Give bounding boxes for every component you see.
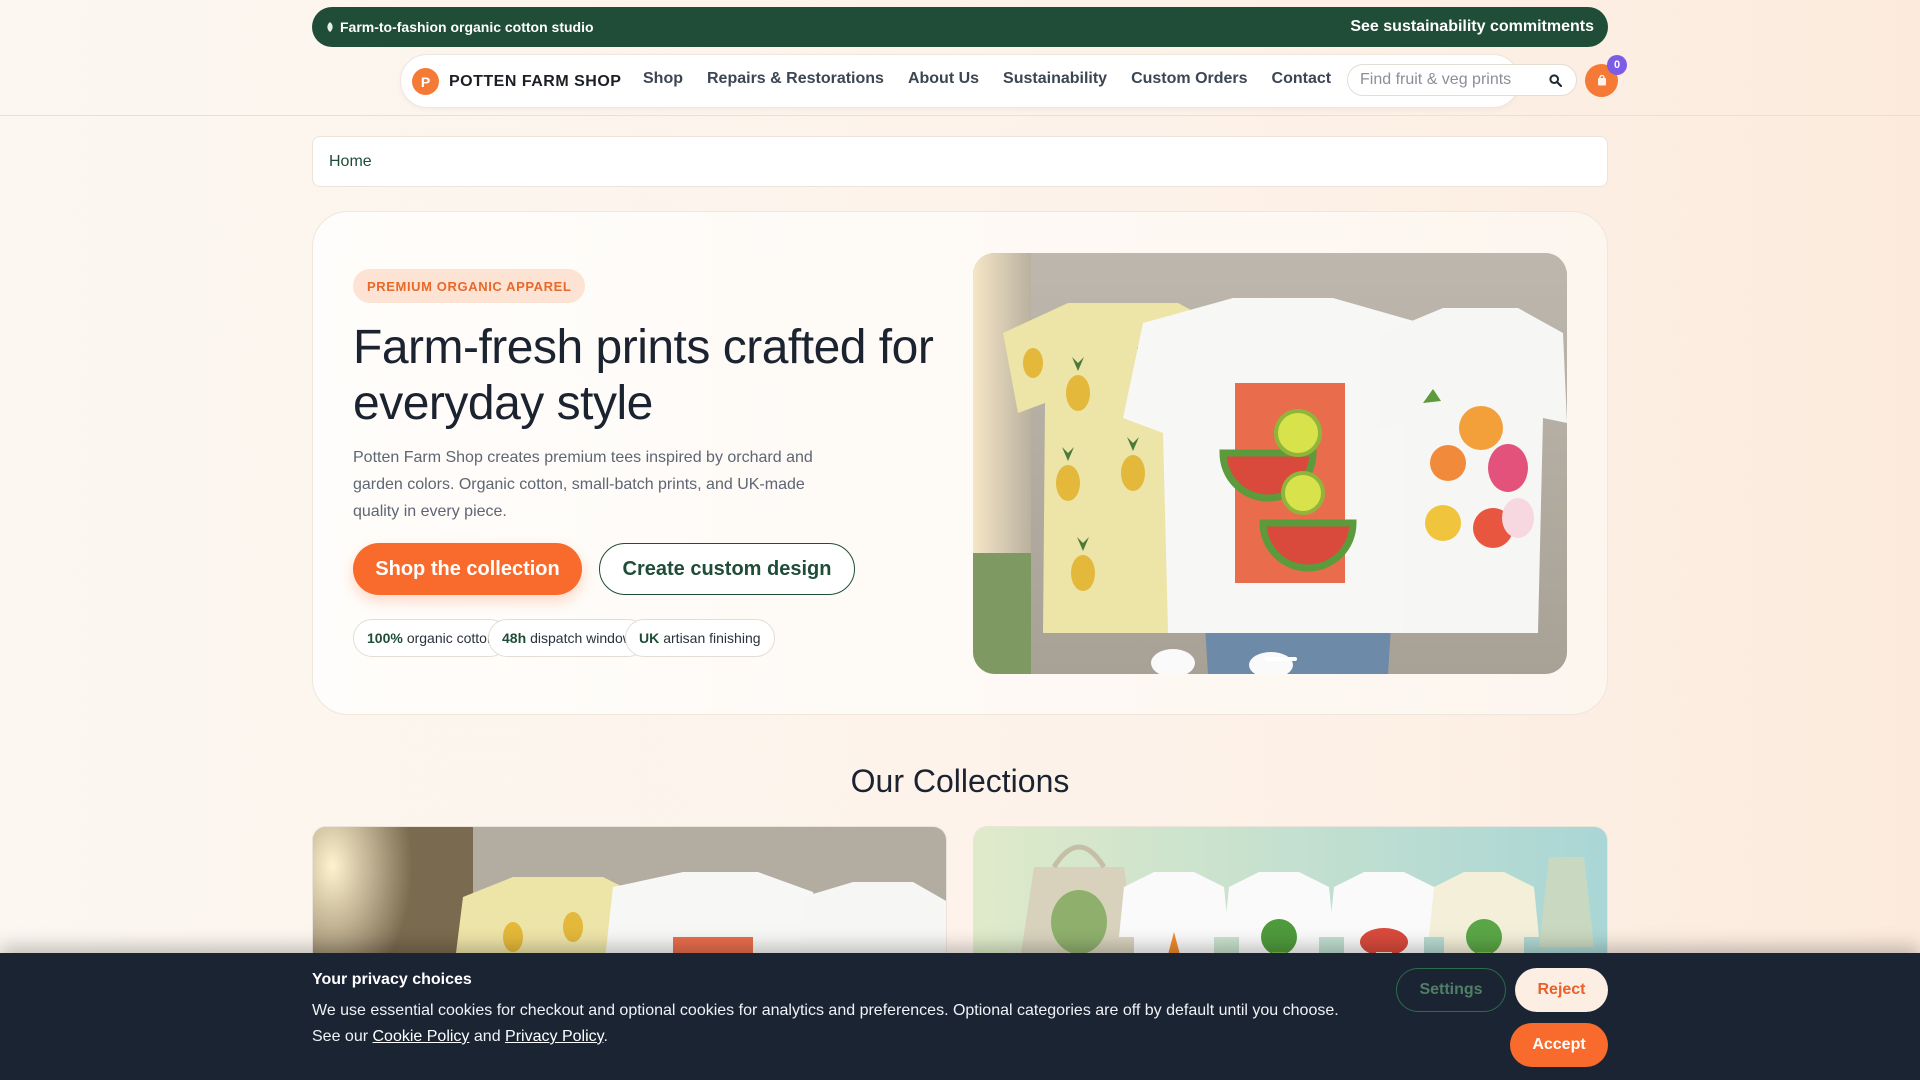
search-box (1347, 64, 1577, 96)
stat-organic-cotton: 100% organic cotton (353, 619, 509, 657)
cookie-title: Your privacy choices (312, 971, 472, 988)
cookie-period: . (603, 1028, 608, 1045)
tshirt-photo-illustration (973, 253, 1567, 674)
cookie-reject-button[interactable]: Reject (1515, 968, 1608, 1012)
announcement-bar: Farm-to-fashion organic cotton studio Se… (312, 7, 1608, 47)
sustainability-link[interactable]: See sustainability commitments (1350, 18, 1594, 36)
breadcrumb-home[interactable]: Home (329, 153, 372, 171)
stat-label: dispatch window (530, 630, 633, 646)
hero-description: Potten Farm Shop creates premium tees in… (353, 449, 813, 520)
stat-uk-finishing: UK artisan finishing (625, 619, 775, 657)
search-input[interactable] (1360, 71, 1540, 89)
hero-title: Farm-fresh prints crafted for everyday s… (353, 321, 934, 430)
nav-custom-orders[interactable]: Custom Orders (1131, 70, 1247, 88)
cookie-description: We use essential cookies for checkout an… (312, 998, 1372, 1050)
stat-value: 100% (367, 630, 403, 646)
header-divider (0, 115, 1920, 116)
nav-contact[interactable]: Contact (1272, 70, 1332, 88)
hero-badge: PREMIUM ORGANIC APPAREL (353, 269, 586, 303)
cookie-and: and (473, 1028, 501, 1045)
cookie-accept-button[interactable]: Accept (1510, 1023, 1608, 1067)
shop-collection-button[interactable]: Shop the collection (353, 543, 582, 595)
cookie-policy-link[interactable]: Cookie Policy (373, 1028, 470, 1045)
create-custom-design-button[interactable]: Create custom design (599, 543, 855, 595)
hero-section: PREMIUM ORGANIC APPAREL Farm-fresh print… (312, 211, 1608, 715)
cookie-settings-button[interactable]: Settings (1396, 968, 1506, 1012)
brand-logo-mark: P (412, 68, 439, 95)
brand-logo-link[interactable]: P POTTEN FARM SHOP (412, 68, 621, 95)
hero-product-image[interactable] (973, 253, 1567, 674)
brand-name: POTTEN FARM SHOP (449, 72, 622, 90)
search-icon[interactable] (1549, 74, 1562, 87)
breadcrumb: Home (312, 136, 1608, 187)
announcement-tagline-group: Farm-to-fashion organic cotton studio (326, 19, 594, 35)
cookie-text: We use essential cookies for checkout an… (312, 1002, 1339, 1019)
collections-title: Our Collections (850, 763, 1070, 799)
stat-dispatch: 48h dispatch window (488, 619, 647, 657)
cart-count-badge: 0 (1607, 55, 1627, 75)
privacy-policy-link[interactable]: Privacy Policy (505, 1028, 603, 1045)
nav-sustainability[interactable]: Sustainability (1003, 70, 1107, 88)
stat-label: artisan finishing (663, 630, 761, 646)
stat-label: organic cotton (406, 630, 495, 646)
stat-value: 48h (502, 630, 527, 646)
carousel-indicator[interactable] (1265, 657, 1297, 661)
leaf-icon (327, 22, 333, 32)
cookie-banner: Your privacy choices We use essential co… (0, 953, 1920, 1080)
main-nav: Shop Repairs & Restorations About Us Sus… (643, 70, 1331, 88)
nav-repairs[interactable]: Repairs & Restorations (707, 70, 884, 88)
cookie-see-our: See our (312, 1028, 369, 1045)
nav-shop[interactable]: Shop (643, 70, 683, 88)
stat-value: UK (639, 630, 660, 646)
announcement-tagline: Farm-to-fashion organic cotton studio (340, 19, 594, 35)
nav-about[interactable]: About Us (908, 70, 979, 88)
cart-icon (1597, 75, 1606, 86)
